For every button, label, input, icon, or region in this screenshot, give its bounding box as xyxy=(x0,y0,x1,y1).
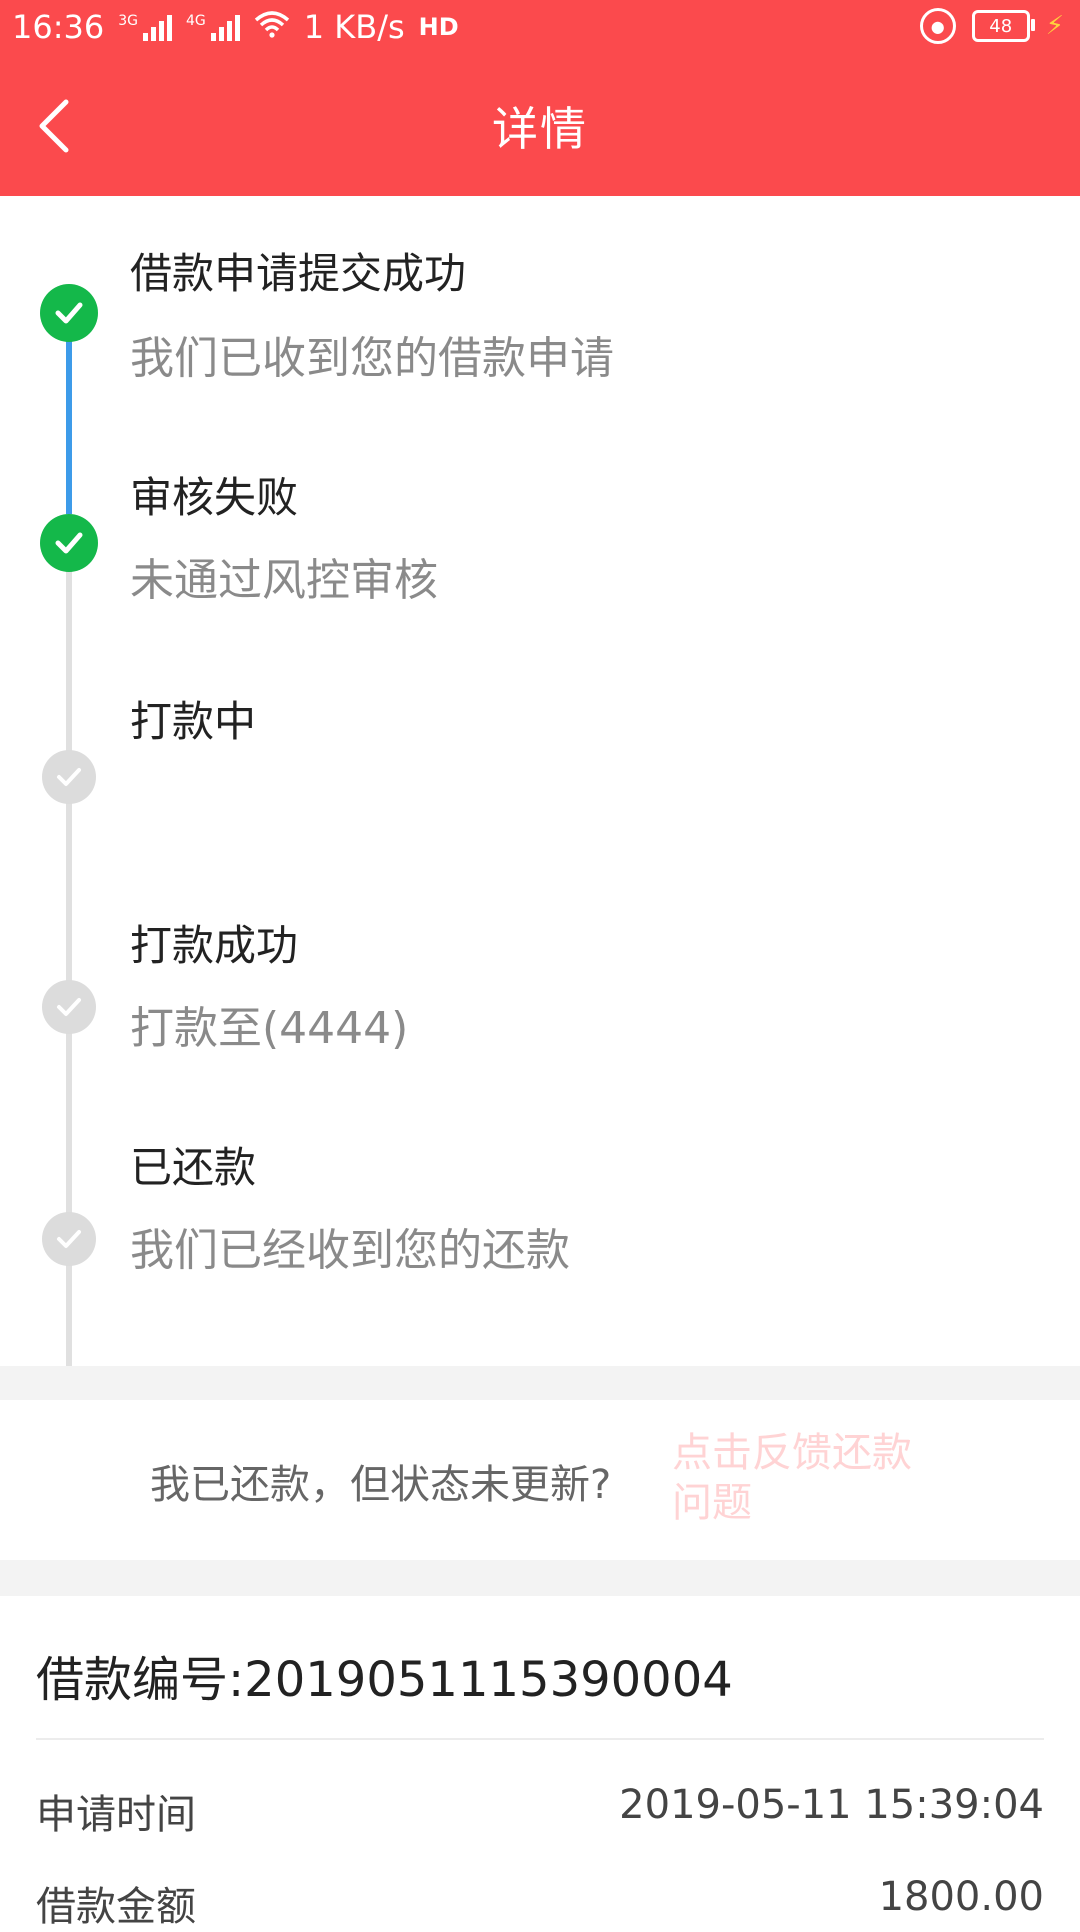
status-time: 16:36 xyxy=(12,8,105,46)
feedback-section: 我已还款，但状态未更新? 点击反馈还款问题 xyxy=(0,1400,1080,1560)
net-3g-label: 3G xyxy=(118,13,138,29)
step-pending-icon xyxy=(42,980,96,1034)
section-divider xyxy=(0,1366,1080,1400)
signal-4g-icon: 4G xyxy=(186,13,240,41)
step-done-icon xyxy=(40,284,98,342)
battery-icon: 48 xyxy=(971,10,1035,42)
wifi-icon xyxy=(254,8,290,46)
rotation-lock-icon: ● xyxy=(919,8,956,44)
hd-label: HD xyxy=(418,13,459,41)
loan-number: 借款编号:2019051115390004 xyxy=(36,1652,733,1708)
page-title: 详情 xyxy=(492,102,588,156)
hd-voice-icon: HD xyxy=(419,13,459,41)
nav-header: 详情 xyxy=(0,56,1080,196)
info-divider xyxy=(36,1738,1044,1740)
status-bar: 16:36 3G 4G 1 KB/s HD ● 48 ⚡ xyxy=(0,0,1080,56)
back-button[interactable] xyxy=(14,86,94,166)
loan-info-card: 借款编号:2019051115390004 申请时间 2019-05-11 15… xyxy=(0,1596,1080,1930)
loan-amount-value: 1800.00 xyxy=(878,1874,1044,1920)
chevron-left-icon xyxy=(39,99,69,153)
loan-amount-label: 借款金额 xyxy=(36,1884,196,1930)
apply-time-value: 2019-05-11 15:39:04 xyxy=(619,1782,1044,1828)
feedback-question: 我已还款，但状态未更新? xyxy=(150,1462,612,1508)
network-speed: 1 KB/s xyxy=(303,8,405,46)
net-4g-label: 4G xyxy=(185,13,206,29)
feedback-link[interactable]: 点击反馈还款问题 xyxy=(672,1428,932,1528)
battery-level: 48 xyxy=(989,15,1013,37)
top-bar: 16:36 3G 4G 1 KB/s HD ● 48 ⚡ 详情 xyxy=(0,0,1080,196)
step-title: 审核失败 xyxy=(130,473,299,522)
step-desc: 未通过风控审核 xyxy=(130,555,438,606)
step-title: 借款申请提交成功 xyxy=(130,249,467,298)
step-title: 打款成功 xyxy=(130,921,299,970)
step-pending-icon xyxy=(42,750,96,804)
step-done-icon xyxy=(40,514,98,572)
progress-timeline: 借款申请提交成功 我们已收到您的借款申请 审核失败 未通过风控审核 打款中 打款… xyxy=(0,196,1080,1420)
step-title: 打款中 xyxy=(130,697,257,746)
step-pending-icon xyxy=(42,1212,96,1266)
step-desc: 打款至(4444) xyxy=(130,1003,409,1054)
signal-3g-icon: 3G xyxy=(118,13,172,41)
apply-time-label: 申请时间 xyxy=(36,1792,196,1838)
section-divider xyxy=(0,1560,1080,1596)
step-title: 已还款 xyxy=(130,1143,257,1192)
step-desc: 我们已收到您的借款申请 xyxy=(130,333,614,384)
charging-icon: ⚡ xyxy=(1045,11,1064,41)
step-desc: 我们已经收到您的还款 xyxy=(130,1225,570,1276)
